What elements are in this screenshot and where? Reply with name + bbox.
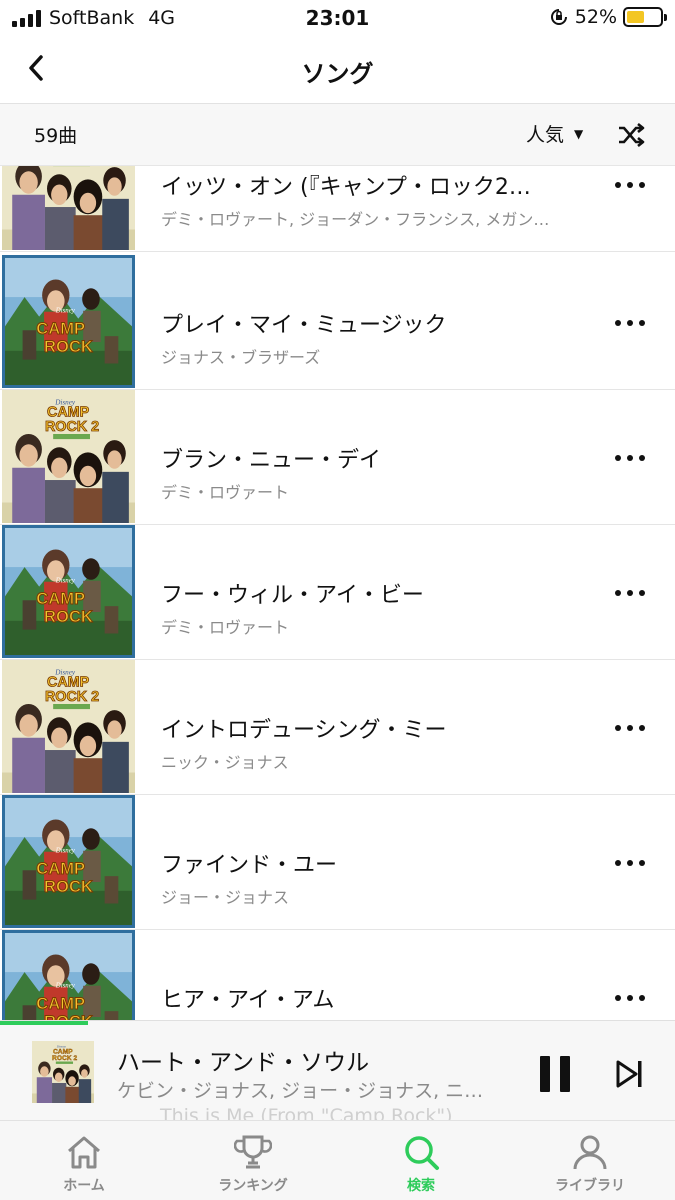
search-icon [405,1136,439,1170]
song-artist: ニック・ジョナス [161,753,289,772]
song-row[interactable]: CAMP ROCK Disney プレイ・マイ・ミュージックジョナス・ブラザーズ [0,254,675,390]
song-row[interactable]: Disney CAMP ROCK 2 ブラン・ニュー・デイデミ・ロヴァート [0,389,675,525]
song-title: ファインド・ユー [161,853,338,878]
song-row[interactable]: CAMPROCKDisneyヒア・アイ・アムレニー・サンドストローム [0,929,675,1020]
song-row[interactable]: CAMP ROCK Disney ファインド・ユージョー・ジョナス [0,794,675,930]
sort-dropdown[interactable]: 人気 ▼ [526,120,583,147]
orientation-lock-icon [550,9,567,25]
song-title: フー・ウィル・アイ・ビー [161,583,424,608]
more-options-icon[interactable] [615,313,645,333]
person-icon [573,1135,607,1170]
tab-library[interactable]: ライブラリ [530,1121,650,1200]
album-artwork: CAMPROCK Disney [2,525,135,658]
tab-label: ライブラリ [555,1178,625,1194]
svg-text:Disney: Disney [55,983,76,990]
song-title: ブラン・ニュー・デイ [161,448,382,473]
svg-text:ROCK: ROCK [44,337,93,356]
battery-percent: 52% [574,6,617,28]
more-options-icon[interactable] [615,583,645,603]
svg-text:CAMP: CAMP [36,859,85,878]
battery-level [627,11,644,23]
song-title: イントロデューシング・ミー [161,718,447,743]
album-artwork: DisneyCAMPROCK 2 [2,660,135,793]
svg-text:CAMP: CAMP [36,319,85,338]
svg-text:ROCK 2: ROCK 2 [45,689,99,705]
svg-text:ROCK: ROCK [44,607,93,626]
song-count: 59曲 [34,125,78,147]
song-artist: デミ・ロヴァート [161,483,290,502]
album-artwork: DisneyCAMPROCK 2 [2,166,135,250]
status-bar: SoftBank 4G 23:01 52% [0,0,675,36]
home-icon [68,1136,100,1169]
album-artwork: CAMPROCK Disney [2,795,135,928]
mini-player[interactable]: Disney CAMP ROCK 2 ハート・アンド・ソウル ケビン・ジョナス, ジ… [0,1020,675,1120]
song-row[interactable]: DisneyCAMPROCK 2 イッツ・オン (『キャンプ・ロック2… デミ・ロヴ… [0,166,675,252]
more-options-icon[interactable] [615,853,645,873]
song-row[interactable]: CAMP ROCK Disney フー・ウィル・アイ・ビーデミ・ロヴァート [0,524,675,660]
more-options-icon[interactable] [615,448,645,468]
svg-text:ROCK 2: ROCK 2 [45,419,99,435]
trophy-icon [234,1135,272,1169]
skip-next-icon[interactable] [616,1059,644,1089]
svg-text:ROCK: ROCK [44,1012,93,1020]
battery-icon [623,7,667,27]
song-row[interactable]: Disney CAMP ROCK 2 イントロデューシング・ミーニック・ジョナス [0,659,675,795]
tab-bar: ホーム ランキング 検索 ライブラリ [0,1120,675,1200]
song-title: プレイ・マイ・ミュージック [161,313,447,338]
song-artist: デミ・ロヴァート, ジョーダン・フランシス, メガン… [161,210,550,229]
nav-bar: ソング [0,36,675,104]
svg-text:ROCK: ROCK [44,877,93,896]
album-artwork: CAMPROCK Disney [2,930,135,1020]
caret-down-icon: ▼ [574,126,584,141]
status-right: 52% [549,6,667,28]
more-options-icon[interactable] [615,988,645,1008]
playback-progress [0,1021,88,1025]
svg-text:ROCK 2: ROCK 2 [52,1055,77,1062]
tab-ranking[interactable]: ランキング [193,1121,313,1200]
tab-label: ホーム [63,1178,105,1194]
song-title: イッツ・オン (『キャンプ・ロック2… [161,175,531,200]
shuffle-icon[interactable] [617,121,645,149]
svg-text:CAMP: CAMP [36,589,85,608]
now-playing-title: ハート・アンド・ソウル [117,1050,370,1076]
svg-text:CAMP: CAMP [36,994,85,1013]
song-artist: デミ・ロヴァート [161,618,290,637]
next-track-preview: This is Me (From "Camp Rock") [160,1105,453,1120]
tab-search[interactable]: 検索 [361,1121,481,1200]
pause-icon-bar [540,1056,550,1092]
tab-home[interactable]: ホーム [24,1121,144,1200]
tab-label: 検索 [407,1178,435,1194]
song-title: ヒア・アイ・アム [161,988,335,1013]
album-artwork: DisneyCAMPROCK 2 [2,390,135,523]
song-artist: ジョナス・ブラザーズ [161,348,321,367]
song-list: DisneyCAMPROCK 2イッツ・オン (『キャンプ・ロック2…デミ・ロヴ… [0,166,675,1020]
song-artist: ジョー・ジョナス [161,888,290,907]
now-playing-artwork: Disney CAMP ROCK 2 [32,1041,94,1103]
pause-icon-bar [560,1056,570,1092]
album-artwork: CAMPROCK Disney [2,255,135,388]
page-title: ソング [301,60,374,88]
more-options-icon[interactable] [615,175,645,195]
sort-label: 人気 [526,124,565,146]
more-options-icon[interactable] [615,718,645,738]
list-toolbar: 59曲 人気 ▼ [0,104,675,166]
svg-text:Disney: Disney [55,848,76,855]
pause-button[interactable] [540,1056,570,1092]
now-playing-artist: ケビン・ジョナス, ジョー・ジョナス, ニ… [117,1080,484,1102]
tab-label: ランキング [218,1178,288,1194]
svg-text:Disney: Disney [55,308,76,315]
svg-text:Disney: Disney [55,578,76,585]
svg-text:CAMP: CAMP [53,1048,73,1055]
